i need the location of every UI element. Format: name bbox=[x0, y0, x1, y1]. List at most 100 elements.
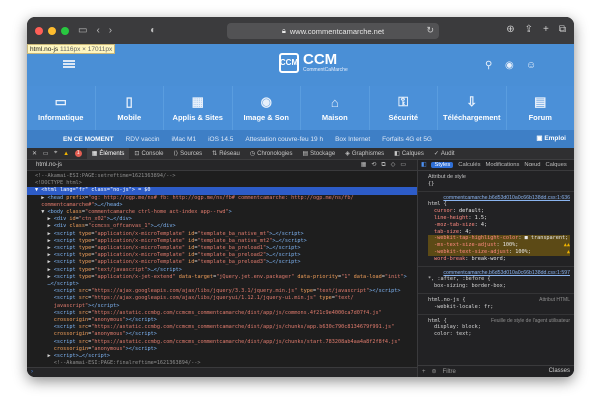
nav-item-forum[interactable]: ▤ Forum bbox=[505, 86, 575, 130]
filter-input[interactable]: Filtre bbox=[443, 369, 456, 375]
rule-source-link[interactable]: commentcamarche.b6d53d010a0c66b138dd.css… bbox=[443, 195, 570, 202]
dom-node-line[interactable]: <script src="https://astatic.ccmbg.com/c… bbox=[27, 324, 417, 331]
sidebar-tab-calculés[interactable]: Calculés bbox=[458, 162, 480, 168]
classes-toggle[interactable]: Classes bbox=[549, 368, 570, 374]
rule-selector[interactable]: *, :after, :before { bbox=[428, 276, 570, 283]
rule-property[interactable]: -webkit-tap-highlight-color: ■ transpare… bbox=[428, 235, 570, 248]
breadcrumb-item[interactable]: html.no-js bbox=[36, 162, 62, 168]
rule-property[interactable]: box-sizing: border-box; bbox=[428, 283, 570, 290]
nav-item-maison[interactable]: ⌂ Maison bbox=[300, 86, 369, 130]
dom-node-line[interactable]: ▶ <script type="application/x-microTempl… bbox=[27, 238, 417, 245]
dom-node-line[interactable]: <script src="https://astatic.ccmbg.com/c… bbox=[27, 310, 417, 317]
rule-property[interactable]: cursor: default; bbox=[428, 208, 570, 215]
dom-node-line[interactable]: crossorigin="anonymous"></script> bbox=[27, 317, 417, 324]
rule-property[interactable]: -moz-tab-size: 4; bbox=[428, 222, 570, 229]
share-icon[interactable]: ⇪ bbox=[525, 24, 533, 35]
minimize-window-button[interactable] bbox=[48, 26, 56, 35]
dom-node-line[interactable]: ▶ <script type="application/x-microTempl… bbox=[27, 252, 417, 259]
dom-node-line[interactable]: <!--Akamai-ESI:PAGE:finalreftime=1621363… bbox=[27, 360, 417, 367]
dom-node-line[interactable]: <script src="https://ajax.googleapis.com… bbox=[27, 295, 417, 302]
new-tab-icon[interactable]: + bbox=[543, 24, 549, 35]
dom-node-line[interactable]: javascript"></script> bbox=[27, 303, 417, 310]
rule-property[interactable]: tab-size: 4; bbox=[428, 229, 570, 236]
rule-property[interactable]: -ms-text-size-adjust: 100%; ▲ bbox=[428, 242, 570, 249]
privacy-shield-icon[interactable]: ◐ bbox=[150, 25, 156, 36]
error-count-badge[interactable]: 1 bbox=[74, 150, 82, 157]
nav-item-sécurité[interactable]: ⚿ Sécurité bbox=[368, 86, 438, 130]
nav-item-informatique[interactable]: ▭ Informatique bbox=[27, 86, 95, 130]
dom-node-line[interactable]: ▶ <script type="application/x-jet-extend… bbox=[27, 274, 417, 281]
trending-link[interactable]: iMac M1 bbox=[172, 136, 197, 143]
rule-selector[interactable]: html { bbox=[428, 201, 570, 208]
dom-node-line[interactable]: ▶ <script>…</script> bbox=[27, 353, 417, 360]
dom-node-line[interactable]: <script src="https://ajax.googleapis.com… bbox=[27, 288, 417, 295]
forward-arrow-icon[interactable]: › bbox=[109, 25, 112, 36]
rule-property[interactable]: word-break: break-word; bbox=[428, 256, 570, 263]
style-attribute-value[interactable]: {} bbox=[428, 181, 570, 188]
dom-node-line[interactable]: ▶ <div id="ctn_x02">…</div> bbox=[27, 216, 417, 223]
element-tools-icons[interactable]: ▦⟲⧉◇▭ bbox=[361, 160, 411, 170]
sidebar-tab-calques[interactable]: Calques bbox=[545, 162, 566, 168]
dom-node-line[interactable]: ▶ <script type="application/x-microTempl… bbox=[27, 245, 417, 252]
tab-éléments[interactable]: ▦ Éléments bbox=[86, 147, 130, 160]
back-arrow-icon[interactable]: ‹ bbox=[96, 25, 99, 36]
dom-node-line[interactable]: ▼ <html lang="fr" class="no-js"> = $0 bbox=[27, 187, 417, 195]
tab-graphismes[interactable]: ◈ Graphismes bbox=[340, 150, 389, 158]
tab-réseau[interactable]: ⇅ Réseau bbox=[207, 150, 245, 158]
rule-property[interactable]: -webkit-locale: fr; bbox=[428, 304, 570, 311]
nav-item-image-son[interactable]: ◉ Image & Son bbox=[231, 86, 301, 130]
warning-icon[interactable]: ▲ bbox=[63, 151, 69, 157]
tab-sources[interactable]: ⟨⟩ Sources bbox=[168, 150, 207, 158]
tab-chronologies[interactable]: ◷ Chronologies bbox=[245, 150, 298, 158]
tab-overview-icon[interactable]: ⧉ bbox=[559, 24, 566, 35]
dom-node-line[interactable]: ▶ <script type="application/x-microTempl… bbox=[27, 231, 417, 238]
dom-node-line[interactable]: ▼ <body class="commentcamarche ctrl-home… bbox=[27, 209, 417, 216]
trending-link[interactable]: Box Internet bbox=[335, 136, 370, 143]
rule-source-link[interactable]: commentcamarche.b6d53d010a0c66b138dd.css… bbox=[443, 270, 570, 277]
rule-property[interactable]: line-height: 1.5; bbox=[428, 215, 570, 222]
download-icon[interactable]: ⊕ bbox=[506, 24, 514, 35]
sidebar-tab-modifications[interactable]: Modifications bbox=[486, 162, 520, 168]
dom-node-line[interactable]: commentcamarche#">…</head> bbox=[27, 202, 417, 209]
warning-icon[interactable]: ▲ bbox=[567, 249, 570, 256]
dom-node-line[interactable]: <!DOCTYPE html> bbox=[27, 180, 417, 187]
tab-audit[interactable]: ✓ Audit bbox=[429, 150, 460, 158]
nav-item-téléchargement[interactable]: ⇩ Téléchargement bbox=[437, 86, 506, 130]
nav-item-mobile[interactable]: ▯ Mobile bbox=[94, 86, 164, 130]
dom-node-line[interactable]: ▶ <div class="ccmcss_offcanvas_1">…</div… bbox=[27, 223, 417, 230]
reload-icon[interactable]: ↻ bbox=[426, 25, 434, 36]
sidebar-panel-icon[interactable]: ◧ bbox=[421, 162, 426, 168]
dom-node-line[interactable]: ▶ <script type="application/x-microTempl… bbox=[27, 259, 417, 266]
site-logo[interactable]: CCM CCM CommentCaMarche bbox=[279, 52, 348, 73]
close-inspector-icon[interactable]: ✕ bbox=[32, 150, 37, 157]
dom-node-line[interactable]: <!--Akamai-ESI:PAGE:setreftime=162136389… bbox=[27, 173, 417, 180]
emploi-link[interactable]: ▣ Emploi bbox=[536, 134, 566, 142]
console-prompt[interactable]: › bbox=[27, 367, 417, 377]
sidebar-tab-styles[interactable]: Styles bbox=[431, 162, 454, 168]
dom-node-line[interactable]: <script src="https://astatic.ccmbg.com/c… bbox=[27, 339, 417, 346]
close-window-button[interactable] bbox=[35, 26, 43, 35]
dom-node-line[interactable]: crossorigin="anonymous"></script> bbox=[27, 346, 417, 353]
dom-node-line[interactable]: ▶ <script type="text/javascript">…</scri… bbox=[27, 267, 417, 274]
warning-icon[interactable]: ▲ bbox=[564, 242, 567, 249]
warning-icon[interactable]: ▲ bbox=[567, 242, 570, 249]
add-rule-icon[interactable]: + bbox=[422, 369, 426, 375]
tab-stockage[interactable]: ▤ Stockage bbox=[298, 150, 341, 158]
trending-link[interactable]: Attestation couvre-feu 19 h bbox=[245, 136, 323, 143]
sidebar-toggle-icon[interactable]: ▭ bbox=[78, 25, 87, 36]
tab-calques[interactable]: ◧ Calques bbox=[389, 150, 429, 158]
address-bar[interactable]: 🔒︎ www.commentcamarche.net ↻ bbox=[227, 23, 439, 39]
tab-console[interactable]: ⊡ Console bbox=[129, 150, 168, 158]
element-picker-icon[interactable]: ⌖ bbox=[54, 150, 57, 157]
dom-node-line[interactable]: …</script> bbox=[27, 281, 417, 288]
trending-link[interactable]: Forfaits 4G et 5G bbox=[382, 136, 432, 143]
notifications-icon[interactable]: ◉ bbox=[505, 60, 514, 71]
menu-hamburger-icon[interactable] bbox=[63, 60, 75, 68]
dock-icon[interactable]: ▭ bbox=[43, 150, 49, 157]
rule-property[interactable]: -webkit-text-size-adjust: 100%; ▲ bbox=[428, 248, 570, 256]
user-icon[interactable]: ☺ bbox=[526, 60, 536, 71]
trending-link[interactable]: RDV vaccin bbox=[126, 136, 160, 143]
trending-link[interactable]: iOS 14.5 bbox=[208, 136, 233, 143]
dom-node-line[interactable]: crossorigin="anonymous"></script> bbox=[27, 331, 417, 338]
search-icon[interactable]: ⚲ bbox=[485, 60, 492, 71]
